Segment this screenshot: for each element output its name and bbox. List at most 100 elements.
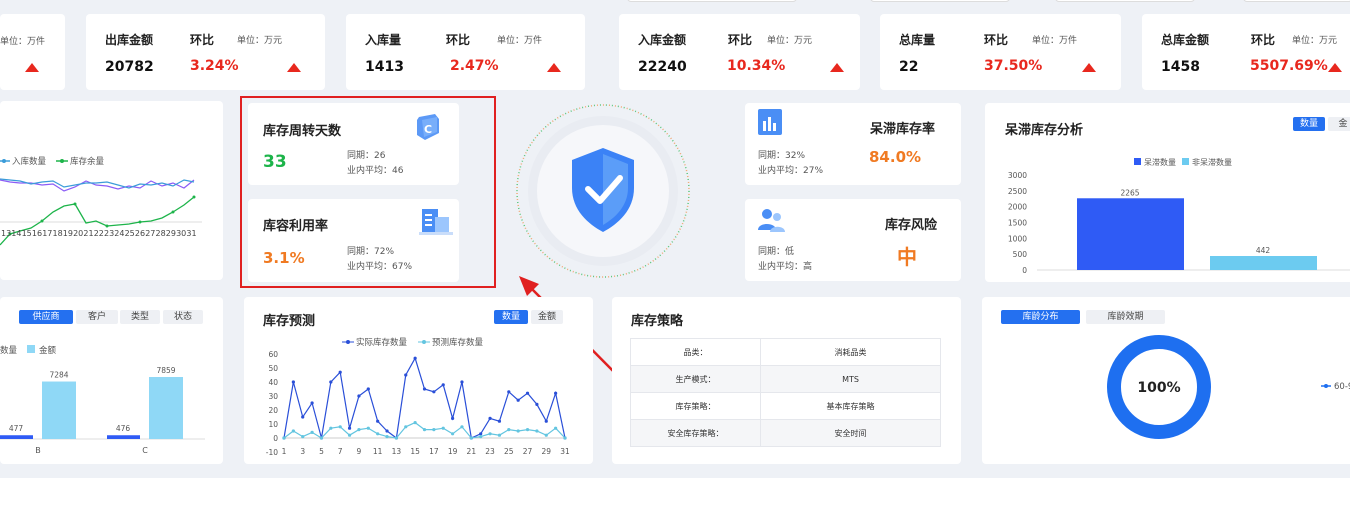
filter-input[interactable] (1055, 0, 1195, 2)
legend-item: 实际库存数量 (342, 337, 408, 348)
up-arrow-icon (1328, 63, 1342, 72)
kpi-label: 总库金额 (1161, 33, 1210, 47)
data-point (357, 428, 361, 432)
stagnant-rate-value: 84.0% (869, 148, 922, 166)
data-point (301, 415, 305, 419)
table-row: 库存策略： 基本库存策略 (630, 392, 941, 420)
y-tick-label: 10 (268, 420, 278, 429)
x-tick-label: 23 (485, 447, 495, 456)
kpi-value: 20782 (105, 59, 154, 75)
data-point (404, 373, 408, 377)
data-point (329, 426, 333, 430)
data-point (469, 436, 473, 440)
kpi-unit: 单位：万元 (1292, 36, 1338, 46)
data-point (357, 394, 361, 398)
filter-input[interactable] (870, 0, 1010, 2)
x-tick-label: 21 (467, 447, 477, 456)
kpi-unit: 单位：万元 (767, 36, 813, 46)
data-point (563, 436, 567, 440)
x-tick-label: C (142, 446, 148, 455)
filter-input[interactable] (1243, 0, 1350, 2)
data-point (554, 426, 558, 430)
legend-label: 入库数量 (12, 156, 47, 167)
bars: 2265 442 (1077, 188, 1317, 270)
bar (1210, 256, 1317, 270)
stagnant-rate-card[interactable]: 呆滞库存率 同期：32% 业内平均：27% 84.0% (745, 103, 961, 185)
inout-chart: 入库数量 库存余量 13 14 15 16 17 18 19 20 21 22 23 24 25 26 27… (0, 156, 202, 246)
card-title: 库存风险 (885, 218, 938, 233)
row-value: MTS (760, 365, 941, 393)
legend-label: 实际库存数量 (356, 337, 408, 348)
table-row: 安全库存策略： 安全时间 (630, 419, 941, 447)
card-title: 呆滞库存率 (870, 122, 936, 137)
x-axis-ticks: 1 3 5 7 9 11 13 15 17 19 21 23 25 27 29 31 (282, 447, 570, 456)
x-tick-label: 29 (541, 447, 551, 456)
kpi-card: 入库金额 环比 单位：万元 22240 10.34% (619, 14, 860, 90)
data-point (319, 436, 324, 440)
data-point (516, 398, 520, 402)
data-point (422, 428, 427, 432)
x-tick-label: 24 (114, 229, 124, 238)
up-arrow-icon (1082, 63, 1096, 72)
kpi-value: 22240 (638, 59, 687, 75)
x-tick-label: 13 (392, 447, 402, 456)
data-point (497, 419, 502, 423)
x-tick-label: 17 (429, 447, 439, 456)
data-point (554, 391, 558, 395)
strategy-table: 品类： 消耗品类 生产模式： MTS 库存策略： 基本库存策略 安全库存策略： 安全时间 (630, 338, 941, 447)
data-point (338, 425, 342, 429)
data-point (441, 426, 445, 430)
kpi-value: 1413 (365, 59, 404, 75)
y-tick-label: 2000 (1008, 203, 1027, 212)
data-point (282, 436, 286, 440)
y-tick-label: 40 (268, 378, 278, 387)
data-point (460, 380, 464, 384)
stagnant-bar-chart: 呆滞数量 非呆滞数量 3000 2500 2000 1500 1000 500 0 2265… (1008, 157, 1350, 275)
filter-input[interactable] (627, 0, 797, 2)
bar-value-label: 7859 (156, 366, 175, 375)
series-line (283, 356, 566, 440)
bar-value-label: 442 (1256, 246, 1271, 255)
y-tick-label: 30 (268, 392, 278, 401)
y-tick-label: 0 (1022, 266, 1027, 275)
data-point (544, 433, 548, 437)
card-title: 库存策略 (631, 314, 684, 329)
kpi-card: 出库金额 环比 单位：万元 20782 3.24% (86, 14, 325, 90)
data-point (488, 416, 492, 420)
legend-item: 呆滞数量 (1134, 157, 1176, 167)
data-point (338, 370, 342, 374)
y-tick-label: 60 (268, 350, 278, 359)
up-arrow-icon (287, 63, 301, 72)
kpi-percent: 2.47% (450, 58, 499, 74)
x-tick-label: 25 (125, 229, 135, 238)
donut-center-label: 100% (1137, 380, 1180, 396)
kpi-label: 入库金额 (638, 33, 687, 47)
legend-label: 金额 (39, 345, 57, 356)
x-tick-label: 27 (523, 447, 533, 456)
kpi-unit: 单位：万件 (1032, 36, 1078, 46)
data-point (535, 402, 539, 406)
x-tick-label: 31 (560, 447, 570, 456)
bar (107, 435, 140, 439)
legend-item[interactable]: 库存余量 (56, 156, 105, 167)
legend-label: 预测库存数量 (432, 337, 484, 348)
same-period-stat: 同期：32% (758, 151, 806, 161)
x-tick-label: 30 (176, 229, 186, 238)
y-tick-label: 2500 (1008, 187, 1027, 196)
series-lines (282, 356, 567, 440)
legend-item: 预测库存数量 (418, 337, 484, 348)
data-point (347, 426, 352, 430)
x-tick-label: 20 (73, 229, 83, 238)
y-tick-label: 1500 (1008, 219, 1027, 228)
data-point (460, 425, 464, 429)
row-label: 品类： (630, 338, 761, 366)
y-axis-ticks: 3000 2500 2000 1500 1000 500 0 (1008, 171, 1027, 275)
legend-label: 数量 (0, 345, 18, 356)
x-tick-label: 25 (504, 447, 514, 456)
age-donut-chart: 100% 60-9 (1107, 335, 1350, 439)
data-point (479, 435, 483, 439)
x-tick-label: 28 (156, 229, 166, 238)
inventory-risk-card[interactable]: 库存风险 同期：低 业内平均：高 中 (745, 199, 961, 281)
x-tick-label: 16 (32, 229, 42, 238)
legend-item[interactable]: 入库数量 (0, 156, 47, 167)
